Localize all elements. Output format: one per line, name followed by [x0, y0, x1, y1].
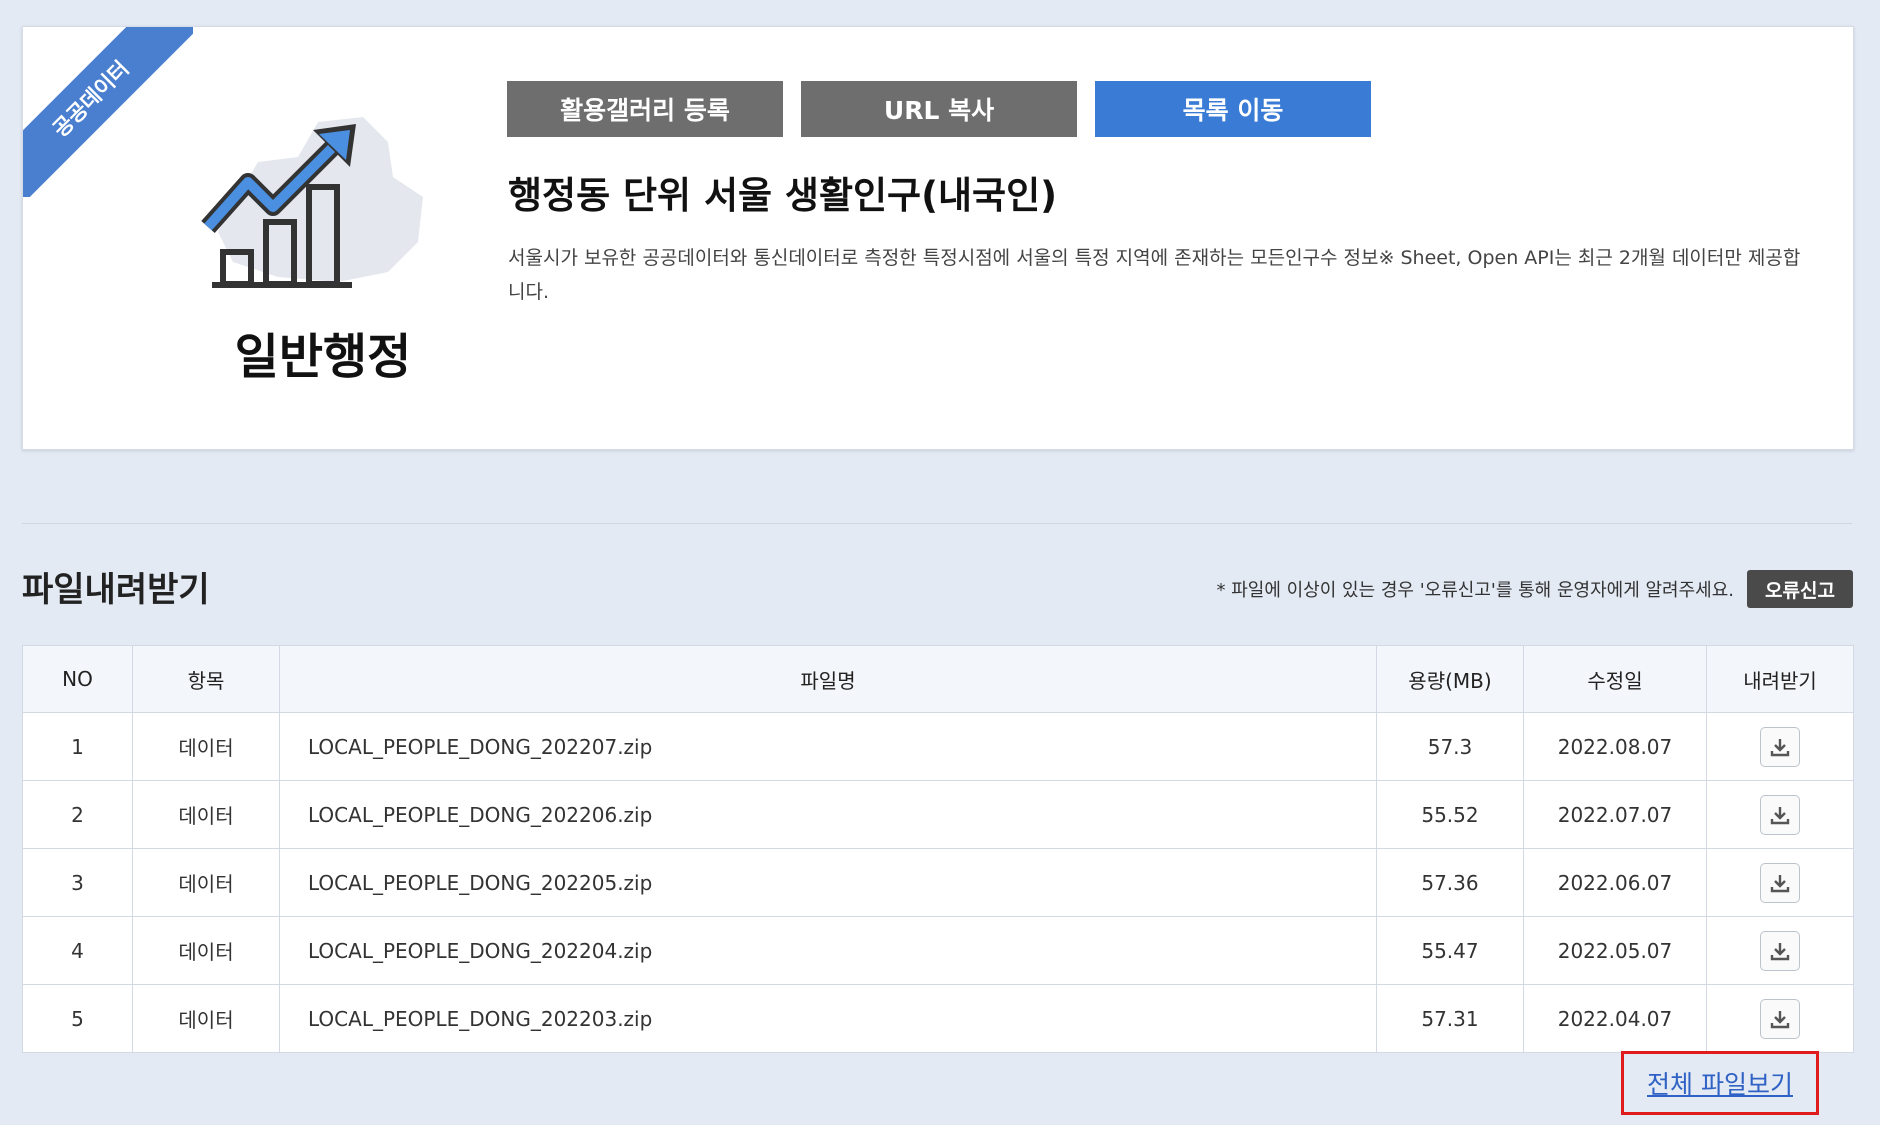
col-download: 내려받기 — [1706, 645, 1854, 713]
table-row: 3 데이터 LOCAL_PEOPLE_DONG_202205.zip 57.36… — [22, 848, 1854, 917]
table-header-row: NO 항목 파일명 용량(MB) 수정일 내려받기 — [22, 645, 1854, 713]
table-row: 4 데이터 LOCAL_PEOPLE_DONG_202204.zip 55.47… — [22, 916, 1854, 985]
row-size: 57.36 — [1376, 848, 1524, 917]
row-date: 2022.06.07 — [1523, 848, 1707, 917]
section-divider — [22, 523, 1852, 524]
row-download-cell — [1706, 984, 1854, 1053]
row-type: 데이터 — [132, 984, 280, 1053]
ribbon-wrap: 공공데이터 — [23, 27, 193, 197]
url-copy-button[interactable]: URL 복사 — [801, 81, 1077, 137]
table-row: 2 데이터 LOCAL_PEOPLE_DONG_202206.zip 55.52… — [22, 780, 1854, 849]
list-move-button[interactable]: 목록 이동 — [1095, 81, 1371, 137]
view-all-highlight: 전체 파일보기 — [1621, 1051, 1819, 1115]
row-filename: LOCAL_PEOPLE_DONG_202203.zip — [279, 984, 1377, 1053]
public-data-ribbon: 공공데이터 — [23, 27, 193, 197]
row-no: 3 — [22, 848, 133, 917]
error-report-button[interactable]: 오류신고 — [1747, 570, 1853, 608]
dataset-description: 서울시가 보유한 공공데이터와 통신데이터로 측정한 특정시점에 서울의 특정 … — [508, 247, 1801, 303]
file-table: NO 항목 파일명 용량(MB) 수정일 내려받기 1 데이터 LOCAL_PE… — [22, 645, 1854, 1053]
row-filename: LOCAL_PEOPLE_DONG_202206.zip — [279, 780, 1377, 849]
download-button[interactable] — [1760, 726, 1800, 767]
download-button[interactable] — [1760, 930, 1800, 971]
row-type: 데이터 — [132, 712, 280, 781]
download-icon — [1770, 942, 1790, 960]
row-no: 5 — [22, 984, 133, 1053]
dataset-card: 공공데이터 일반행정 활용갤러리 등록 URL 복사 목록 이동 행정동 단위 … — [22, 26, 1854, 450]
row-size: 57.3 — [1376, 712, 1524, 781]
row-date: 2022.08.07 — [1523, 712, 1707, 781]
view-all-files-link[interactable]: 전체 파일보기 — [1647, 1065, 1793, 1101]
download-icon — [1770, 738, 1790, 756]
download-button[interactable] — [1760, 794, 1800, 835]
category-label: 일반행정 — [234, 329, 412, 385]
row-download-cell — [1706, 916, 1854, 985]
row-size: 57.31 — [1376, 984, 1524, 1053]
dataset-title: 행정동 단위 서울 생활인구(내국인) — [508, 174, 1058, 217]
row-filename: LOCAL_PEOPLE_DONG_202207.zip — [279, 712, 1377, 781]
col-size: 용량(MB) — [1376, 645, 1524, 713]
row-type: 데이터 — [132, 848, 280, 917]
col-no: NO — [22, 645, 133, 713]
row-no: 4 — [22, 916, 133, 985]
table-row: 5 데이터 LOCAL_PEOPLE_DONG_202203.zip 57.31… — [22, 984, 1854, 1053]
download-button[interactable] — [1760, 998, 1800, 1039]
row-no: 1 — [22, 712, 133, 781]
row-filename: LOCAL_PEOPLE_DONG_202204.zip — [279, 916, 1377, 985]
download-icon — [1770, 1010, 1790, 1028]
row-date: 2022.05.07 — [1523, 916, 1707, 985]
chart-growth-icon — [201, 117, 423, 288]
row-date: 2022.04.07 — [1523, 984, 1707, 1053]
row-filename: LOCAL_PEOPLE_DONG_202205.zip — [279, 848, 1377, 917]
row-download-cell — [1706, 780, 1854, 849]
gallery-register-button[interactable]: 활용갤러리 등록 — [507, 81, 783, 137]
row-type: 데이터 — [132, 780, 280, 849]
download-icon — [1770, 874, 1790, 892]
download-button[interactable] — [1760, 862, 1800, 903]
error-report-notice: * 파일에 이상이 있는 경우 '오류신고'를 통해 운영자에게 알려주세요. — [1216, 580, 1734, 601]
row-download-cell — [1706, 712, 1854, 781]
row-size: 55.52 — [1376, 780, 1524, 849]
row-no: 2 — [22, 780, 133, 849]
col-date: 수정일 — [1523, 645, 1707, 713]
row-download-cell — [1706, 848, 1854, 917]
col-filename: 파일명 — [279, 645, 1377, 713]
row-size: 55.47 — [1376, 916, 1524, 985]
col-type: 항목 — [132, 645, 280, 713]
download-icon — [1770, 806, 1790, 824]
table-row: 1 데이터 LOCAL_PEOPLE_DONG_202207.zip 57.3 … — [22, 712, 1854, 781]
row-date: 2022.07.07 — [1523, 780, 1707, 849]
download-section-title: 파일내려받기 — [22, 570, 210, 610]
row-type: 데이터 — [132, 916, 280, 985]
